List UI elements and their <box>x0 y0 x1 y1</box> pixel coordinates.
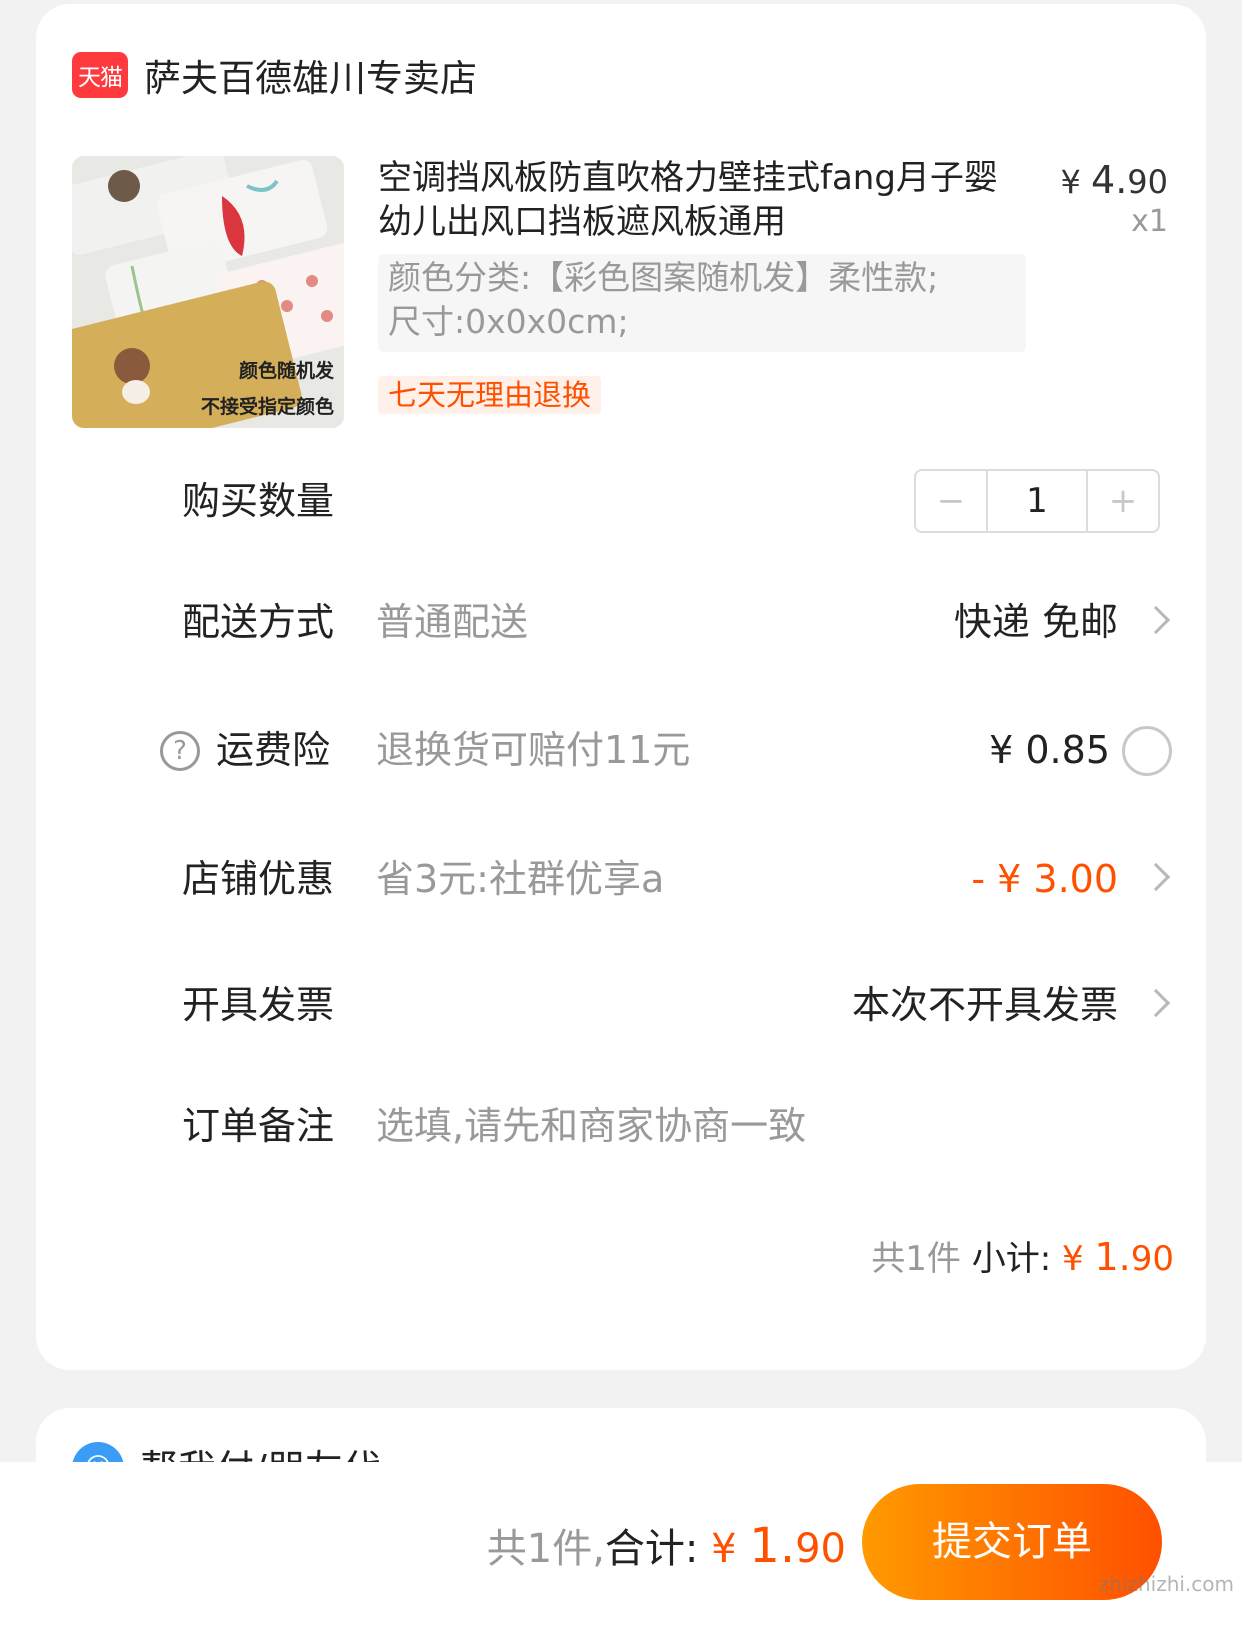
insurance-radio[interactable] <box>1122 726 1172 776</box>
delivery-row[interactable]: 配送方式 普通配送 快递 免邮 <box>36 582 1206 662</box>
subtotal-label: 小计: <box>971 1239 1052 1279</box>
total-label: 合计: <box>604 1526 699 1572</box>
subtotal-amount: ¥ 1.90 <box>1062 1235 1174 1279</box>
subtotal: 共1件 小计: ¥ 1.90 <box>871 1232 1174 1284</box>
chevron-right-icon <box>1141 605 1171 635</box>
price-currency: ¥ <box>1060 163 1081 201</box>
order-note-label: 订单备注 <box>182 1104 335 1148</box>
total-amount: ¥ 1.90 <box>711 1518 846 1574</box>
return-policy-badge: 七天无理由退换 <box>378 376 602 414</box>
quantity-stepper: − 1 + <box>914 469 1160 533</box>
variant-color: 颜色分类:【彩色图案随机发】柔性款; <box>388 258 939 297</box>
total-count: 共1件, <box>486 1526 605 1572</box>
store-discount-desc: 省3元:社群优享a <box>376 857 665 901</box>
product-image <box>72 156 344 428</box>
delivery-desc: 普通配送 <box>376 600 529 644</box>
invoice-label: 开具发票 <box>182 983 335 1027</box>
increase-button[interactable]: + <box>1088 471 1158 531</box>
total-currency: ¥ <box>711 1526 737 1572</box>
subtotal-count: 共1件 <box>871 1239 961 1279</box>
store-order-card: 天猫 萨夫百德雄川专卖店 颜色随机发 不接受指定颜色 空调挡风板防直吹格力壁挂式… <box>36 4 1206 1370</box>
quantity-row: 购买数量 − 1 + <box>36 461 1206 541</box>
product-title[interactable]: 空调挡风板防直吹格力壁挂式fang月子婴幼儿出风口挡板遮风板通用 <box>378 156 1018 244</box>
shipping-insurance-price: ¥ 0.85 <box>989 728 1110 772</box>
decrease-button[interactable]: − <box>916 471 986 531</box>
store-header[interactable]: 天猫 萨夫百德雄川专卖店 <box>72 48 477 102</box>
invoice-row[interactable]: 开具发票 本次不开具发票 <box>36 965 1206 1045</box>
price-integer: 4. <box>1091 158 1128 202</box>
order-note-row: 订单备注 选填,请先和商家协商一致 <box>36 1086 1206 1166</box>
product-variant[interactable]: 颜色分类:【彩色图案随机发】柔性款; 尺寸:0x0x0cm; <box>378 254 1026 352</box>
store-name[interactable]: 萨夫百德雄川专卖店 <box>144 48 477 102</box>
subtotal-integer: 1. <box>1094 1235 1131 1279</box>
store-discount-value: - ¥ 3.00 <box>971 857 1118 901</box>
thumbnail-caption-1: 颜色随机发 <box>238 360 334 382</box>
shipping-insurance-desc: 退换货可赔付11元 <box>376 728 691 772</box>
delivery-label: 配送方式 <box>182 600 335 644</box>
delivery-value: 快递 免邮 <box>953 600 1118 644</box>
quantity-input[interactable]: 1 <box>986 471 1088 531</box>
variant-size: 尺寸:0x0x0cm; <box>388 302 629 341</box>
order-total: 共1件,合计: ¥ 1.90 <box>487 1510 846 1585</box>
shipping-insurance-row: ? 运费险 退换货可赔付11元 ¥ 0.85 <box>36 710 1206 790</box>
product-quantity: x1 <box>1131 204 1168 239</box>
quantity-label: 购买数量 <box>182 479 335 523</box>
chevron-right-icon <box>1141 862 1171 892</box>
shipping-insurance-label: 运费险 <box>216 728 331 772</box>
total-integer: 1. <box>749 1518 796 1574</box>
watermark: zhizhizhi.com <box>1098 1572 1234 1596</box>
product-thumbnail[interactable]: 颜色随机发 不接受指定颜色 <box>72 156 344 428</box>
subtotal-decimal: 90 <box>1130 1239 1174 1279</box>
chevron-right-icon <box>1141 988 1171 1018</box>
total-decimal: 90 <box>795 1526 846 1572</box>
invoice-value: 本次不开具发票 <box>851 983 1118 1027</box>
bottom-checkout-bar: 共1件,合计: ¥ 1.90 提交订单 <box>0 1462 1242 1626</box>
tmall-logo: 天猫 <box>72 52 128 98</box>
order-note-input[interactable]: 选填,请先和商家协商一致 <box>376 1086 806 1166</box>
price-decimal: 90 <box>1127 163 1168 201</box>
subtotal-currency: ¥ <box>1062 1239 1084 1279</box>
thumbnail-caption-2: 不接受指定颜色 <box>200 396 334 418</box>
store-discount-row[interactable]: 店铺优惠 省3元:社群优享a - ¥ 3.00 <box>36 839 1206 919</box>
help-icon[interactable]: ? <box>160 731 200 771</box>
store-discount-label: 店铺优惠 <box>182 857 335 901</box>
product-price: ¥ 4.90 <box>1060 158 1168 202</box>
